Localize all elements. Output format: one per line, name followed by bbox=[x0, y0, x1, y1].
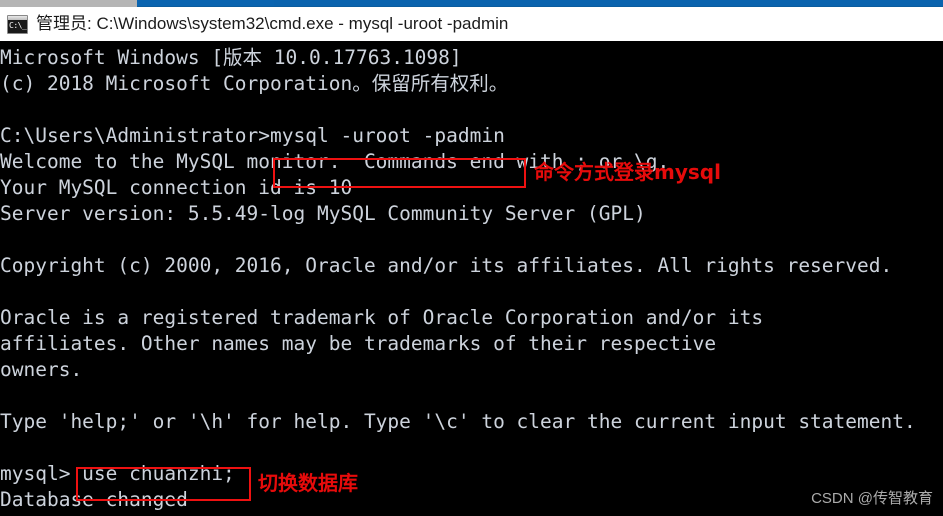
top-accent-strip-gray bbox=[0, 0, 137, 7]
cmd-console-icon bbox=[7, 14, 28, 34]
console-text: Microsoft Windows [版本 10.0.17763.1098] (… bbox=[0, 46, 916, 516]
annotation-login-label: 命令方式登录mysql bbox=[534, 160, 721, 184]
window-title: 管理员: C:\Windows\system32\cmd.exe - mysql… bbox=[36, 14, 509, 33]
annotation-switch-db-label: 切换数据库 bbox=[258, 471, 358, 495]
cmd-window: 管理员: C:\Windows\system32\cmd.exe - mysql… bbox=[0, 0, 943, 516]
window-titlebar[interactable]: 管理员: C:\Windows\system32\cmd.exe - mysql… bbox=[0, 7, 943, 41]
console-output-area[interactable]: Microsoft Windows [版本 10.0.17763.1098] (… bbox=[0, 41, 943, 516]
watermark: CSDN @传智教育 bbox=[811, 490, 933, 507]
